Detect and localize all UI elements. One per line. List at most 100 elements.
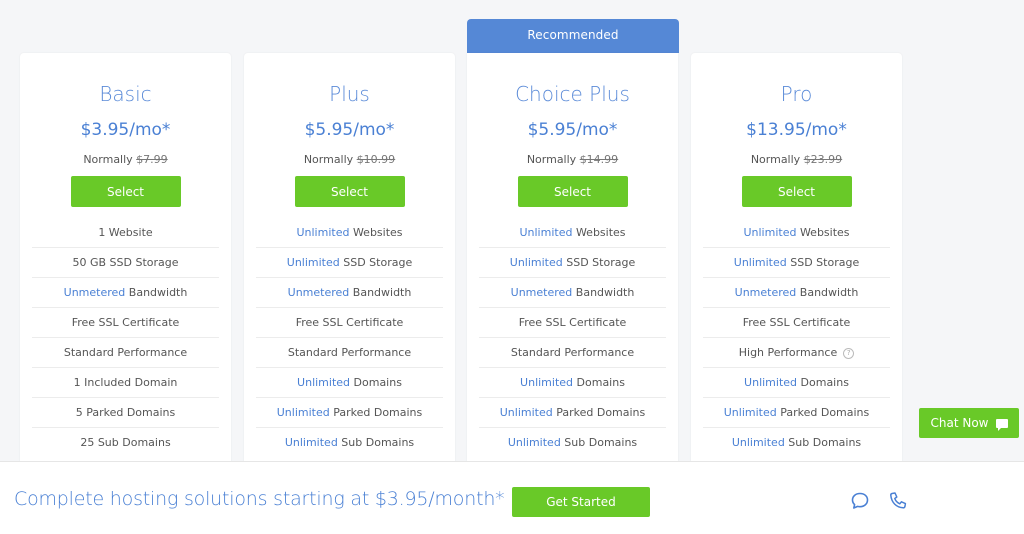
plan-normal-price: Normally $23.99 xyxy=(691,153,902,166)
feature-item: Unlimited Websites xyxy=(703,218,890,248)
feature-text: Sub Domains xyxy=(337,436,415,449)
feature-text: Parked Domains xyxy=(776,406,870,419)
feature-highlight: Unlimited xyxy=(296,226,350,239)
feature-highlight: Unmetered xyxy=(287,286,350,299)
feature-highlight: Unlimited xyxy=(284,436,338,449)
feature-item: Unlimited Domains xyxy=(703,368,890,398)
plan-normal-price: Normally $7.99 xyxy=(20,153,231,166)
pricing-plans: Recommended Basic $3.95/mo* Normally $7.… xyxy=(0,0,1024,534)
phone-icon[interactable] xyxy=(887,490,909,512)
feature-item: 50 GB SSD Storage xyxy=(32,248,219,278)
feature-item: Unlimited Sub Domains xyxy=(256,428,443,458)
feature-list: Unlimited Websites Unlimited SSD Storage U… xyxy=(479,218,666,458)
feature-item: Unlimited Parked Domains xyxy=(479,398,666,428)
feature-item: High Performance? xyxy=(703,338,890,368)
feature-item: 25 Sub Domains xyxy=(32,428,219,458)
feature-text: Sub Domains xyxy=(784,436,862,449)
feature-text: SSD Storage xyxy=(786,256,860,269)
select-basic-button[interactable]: Select xyxy=(70,176,181,207)
feature-item: Unmetered Bandwidth xyxy=(256,278,443,308)
feature-item: Free SSL Certificate xyxy=(32,308,219,338)
feature-text: Free SSL Certificate xyxy=(295,316,404,329)
feature-text: SSD Storage xyxy=(339,256,413,269)
feature-highlight: Unlimited xyxy=(509,256,563,269)
feature-text: SSD Storage xyxy=(562,256,636,269)
feature-item: Unlimited Parked Domains xyxy=(256,398,443,428)
feature-item: Unlimited Sub Domains xyxy=(479,428,666,458)
feature-highlight: Unlimited xyxy=(743,226,797,239)
original-price: $7.99 xyxy=(136,153,168,166)
normally-label: Normally xyxy=(83,153,133,166)
plan-price: $5.95/mo* xyxy=(527,120,618,140)
plan-name: Plus xyxy=(329,82,370,106)
original-price: $14.99 xyxy=(579,153,619,166)
feature-item: Unlimited SSD Storage xyxy=(479,248,666,278)
feature-item: Unlimited SSD Storage xyxy=(703,248,890,278)
feature-highlight: Unlimited xyxy=(519,226,573,239)
feature-text: Bandwidth xyxy=(572,286,635,299)
plan-price: $5.95/mo* xyxy=(304,120,395,140)
feature-text: Domains xyxy=(573,376,625,389)
select-pro-button[interactable]: Select xyxy=(741,176,852,207)
feature-text: Sub Domains xyxy=(560,436,638,449)
feature-list: 1 Website 50 GB SSD Storage Unmetered Band… xyxy=(32,218,219,458)
feature-text: 1 Website xyxy=(98,226,153,239)
feature-highlight: Unlimited xyxy=(731,436,785,449)
get-started-button[interactable]: Get Started xyxy=(512,487,650,517)
feature-text: High Performance xyxy=(738,346,838,359)
feature-item: 1 Website xyxy=(32,218,219,248)
normally-label: Normally xyxy=(303,153,354,166)
feature-text: 1 Included Domain xyxy=(73,376,178,389)
feature-highlight: Unmetered xyxy=(734,286,797,299)
plan-card-pro: Pro $13.95/mo* Normally $23.99 Select Un… xyxy=(691,53,902,473)
feature-text: Free SSL Certificate xyxy=(742,316,851,329)
feature-highlight: Unmetered xyxy=(510,286,573,299)
feature-item: Standard Performance xyxy=(256,338,443,368)
feature-text: 50 GB SSD Storage xyxy=(72,256,179,269)
feature-item: Unlimited Sub Domains xyxy=(703,428,890,458)
footer-tagline: Complete hosting solutions starting at $… xyxy=(14,488,505,510)
select-choice-plus-button[interactable]: Select xyxy=(517,176,628,207)
feature-text: Parked Domains xyxy=(329,406,423,419)
chat-icon[interactable] xyxy=(849,490,871,512)
feature-item: Unmetered Bandwidth xyxy=(703,278,890,308)
feature-highlight: Unlimited xyxy=(286,256,340,269)
plan-name: Basic xyxy=(99,82,152,106)
feature-text: Standard Performance xyxy=(63,346,188,359)
feature-highlight: Unmetered xyxy=(63,286,126,299)
plan-card-choice-plus: Choice Plus $5.95/mo* Normally $14.99 Se… xyxy=(467,53,678,473)
plan-card-basic: Basic $3.95/mo* Normally $7.99 Select 1 … xyxy=(20,53,231,473)
feature-highlight: Unlimited xyxy=(744,376,798,389)
feature-text: Domains xyxy=(797,376,849,389)
feature-list: Unlimited Websites Unlimited SSD Storage U… xyxy=(256,218,443,458)
feature-highlight: Unlimited xyxy=(507,436,561,449)
feature-text: Standard Performance xyxy=(510,346,635,359)
feature-text: Websites xyxy=(572,226,626,239)
select-plus-button[interactable]: Select xyxy=(294,176,405,207)
chat-now-label: Chat Now xyxy=(930,416,989,430)
feature-item: Free SSL Certificate xyxy=(479,308,666,338)
feature-item: Unmetered Bandwidth xyxy=(479,278,666,308)
feature-item: Unlimited Websites xyxy=(256,218,443,248)
normally-label: Normally xyxy=(526,153,577,166)
feature-highlight: Unlimited xyxy=(723,406,777,419)
chat-now-button[interactable]: Chat Now xyxy=(919,408,1019,438)
feature-highlight: Unlimited xyxy=(733,256,787,269)
help-icon[interactable]: ? xyxy=(843,347,855,359)
feature-item: Unlimited Websites xyxy=(479,218,666,248)
original-price: $10.99 xyxy=(356,153,396,166)
feature-text: Websites xyxy=(796,226,850,239)
feature-text: Parked Domains xyxy=(552,406,646,419)
feature-text: Bandwidth xyxy=(796,286,859,299)
feature-item: Free SSL Certificate xyxy=(256,308,443,338)
feature-text: Bandwidth xyxy=(125,286,188,299)
feature-item: Unlimited Domains xyxy=(256,368,443,398)
feature-item: Unlimited Domains xyxy=(479,368,666,398)
original-price: $23.99 xyxy=(803,153,843,166)
feature-item: Unlimited Parked Domains xyxy=(703,398,890,428)
feature-text: Domains xyxy=(350,376,402,389)
feature-highlight: Unlimited xyxy=(276,406,330,419)
feature-list: Unlimited Websites Unlimited SSD Storage U… xyxy=(703,218,890,458)
feature-text: Bandwidth xyxy=(349,286,412,299)
feature-highlight: Unlimited xyxy=(297,376,351,389)
